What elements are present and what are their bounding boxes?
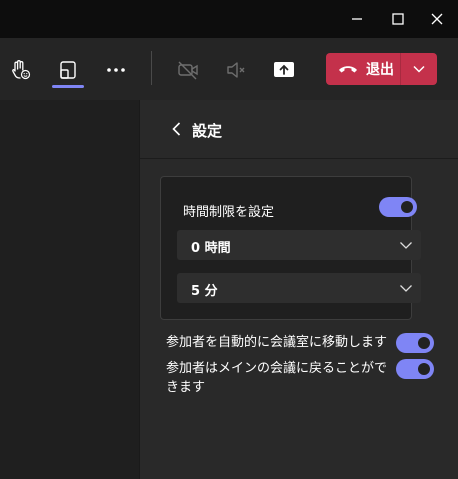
reactions-button[interactable] [2, 52, 38, 88]
panel-title: 設定 [192, 122, 223, 140]
share-screen-icon [274, 62, 294, 77]
title-bar [0, 0, 458, 38]
chevron-down-icon [400, 242, 412, 249]
hours-select[interactable]: 0 時間 [177, 230, 421, 260]
minutes-value: 5 分 [191, 284, 218, 299]
auto-move-label: 参加者を自動的に会議室に移動します [166, 335, 388, 350]
minutes-select[interactable]: 5 分 [177, 273, 421, 303]
chevron-down-icon [400, 285, 412, 292]
auto-move-toggle[interactable] [396, 333, 434, 353]
share-screen-button[interactable] [266, 52, 302, 88]
time-limit-card: 時間制限を設定 0 時間 5 分 [160, 176, 421, 320]
close-icon [431, 13, 443, 25]
more-options-icon [107, 68, 125, 72]
breakout-rooms-icon [60, 61, 76, 79]
toggle-knob [401, 201, 413, 213]
return-main-label: 参加者はメインの会議に戻ることができます [166, 361, 388, 395]
camera-button[interactable] [170, 52, 206, 88]
mic-muted-icon [227, 62, 245, 78]
camera-off-icon [178, 61, 198, 80]
chevron-left-icon [171, 122, 180, 136]
time-limit-label: 時間制限を設定 [183, 205, 275, 220]
time-limit-toggle[interactable] [379, 197, 417, 217]
leave-options-dropdown[interactable] [401, 53, 437, 85]
back-button[interactable] [166, 119, 186, 139]
microphone-button[interactable] [218, 52, 254, 88]
meeting-stage [0, 100, 139, 479]
toolbar-divider [151, 51, 152, 85]
settings-panel: 設定 時間制限を設定 0 時間 5 分 参加者を自動的に会議室に移動します 参加… [139, 100, 458, 479]
toggle-knob [418, 337, 430, 349]
hours-value: 0 時間 [191, 241, 231, 256]
chevron-down-icon [413, 65, 425, 73]
raise-hand-icon [12, 60, 31, 80]
active-tab-indicator [52, 85, 84, 88]
breakout-rooms-button[interactable] [50, 52, 86, 88]
more-options-button[interactable] [98, 52, 134, 88]
phone-hangup-icon [339, 66, 357, 73]
maximize-button[interactable] [381, 0, 415, 38]
minimize-icon [352, 18, 362, 20]
leave-main-button[interactable]: 退出 [326, 53, 400, 85]
return-main-toggle[interactable] [396, 359, 434, 379]
leave-button[interactable]: 退出 [326, 53, 437, 85]
minimize-button[interactable] [340, 0, 374, 38]
panel-header: 設定 [140, 100, 458, 159]
toggle-knob [418, 363, 430, 375]
maximize-icon [392, 13, 404, 25]
leave-label: 退出 [366, 62, 394, 78]
close-window-button[interactable] [420, 0, 454, 38]
